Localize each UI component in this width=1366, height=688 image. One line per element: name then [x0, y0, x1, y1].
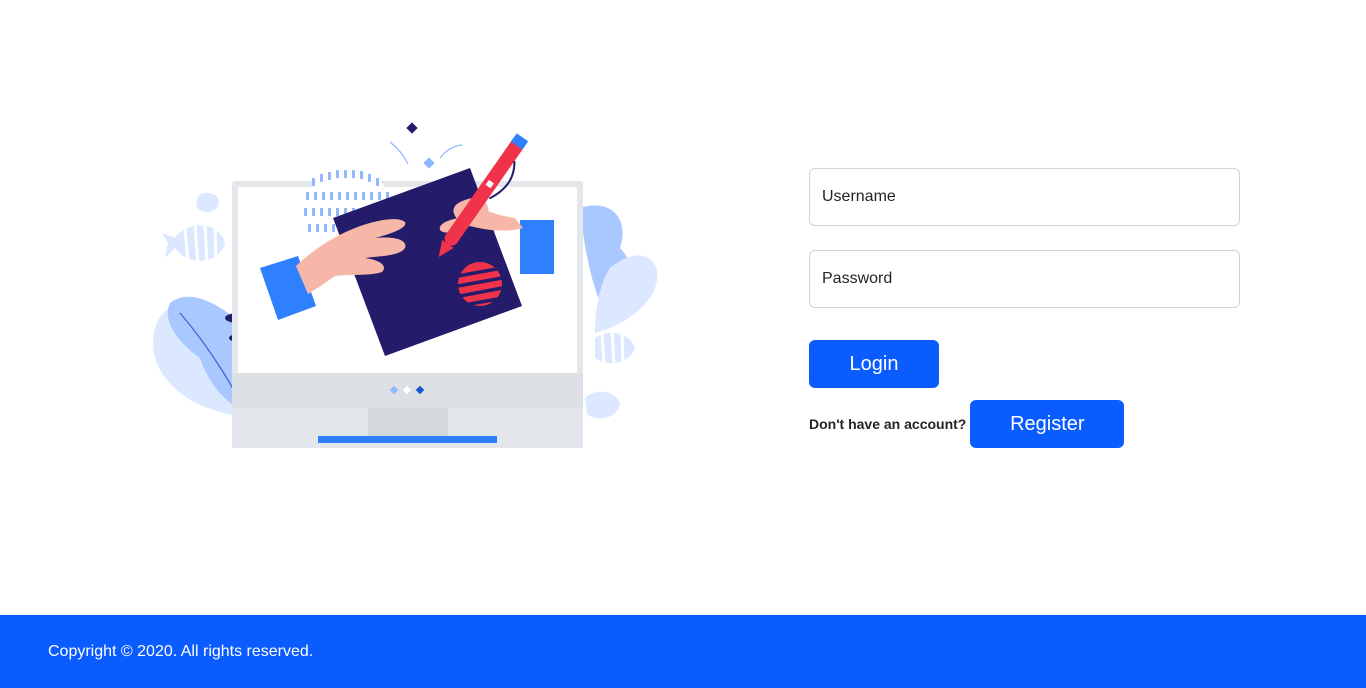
register-row: Don't have an account? Register: [809, 400, 1240, 448]
username-input[interactable]: [809, 168, 1240, 226]
password-input[interactable]: [809, 250, 1240, 308]
register-button[interactable]: Register: [970, 400, 1125, 448]
login-button[interactable]: Login: [809, 340, 939, 388]
computer-drawing-illustration-icon: [140, 118, 665, 448]
footer: Copyright © 2020. All rights reserved.: [0, 615, 1366, 688]
copyright-text: Copyright © 2020. All rights reserved.: [48, 642, 314, 660]
register-prompt: Don't have an account?: [809, 416, 967, 432]
login-form: Login Don't have an account? Register: [809, 168, 1240, 448]
login-page: Login Don't have an account? Register Co…: [0, 0, 1366, 688]
